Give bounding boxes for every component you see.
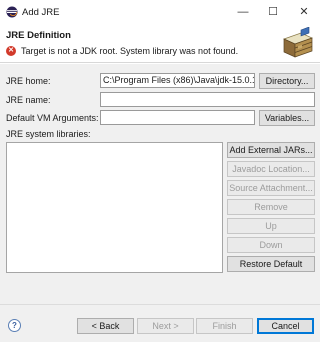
error-message-text: Target is not a JDK root. System library… xyxy=(21,46,239,56)
title-bar: Add JRE — ☐ ✕ xyxy=(0,0,320,25)
error-icon: ✕ xyxy=(6,46,16,56)
remove-button[interactable]: Remove xyxy=(227,199,315,215)
vm-args-label: Default VM Arguments: xyxy=(6,113,99,123)
cancel-button[interactable]: Cancel xyxy=(257,318,314,334)
system-libraries-label: JRE system libraries: xyxy=(6,129,91,139)
page-title: JRE Definition xyxy=(6,30,71,41)
variables-button[interactable]: Variables... xyxy=(259,110,315,126)
jre-home-label: JRE home: xyxy=(6,76,51,86)
restore-default-button[interactable]: Restore Default xyxy=(227,256,315,272)
system-libraries-list[interactable] xyxy=(6,142,223,273)
maximize-button[interactable]: ☐ xyxy=(260,3,286,22)
wizard-header: JRE Definition ✕ Target is not a JDK roo… xyxy=(0,25,320,63)
jre-home-input[interactable]: C:\Program Files (x86)\Java\jdk-15.0.1 xyxy=(100,73,255,88)
add-external-jars-button[interactable]: Add External JARs... xyxy=(227,142,315,158)
directory-button[interactable]: Directory... xyxy=(259,73,315,89)
next-button[interactable]: Next > xyxy=(137,318,194,334)
finish-button[interactable]: Finish xyxy=(196,318,253,334)
down-button[interactable]: Down xyxy=(227,237,315,253)
library-books-icon xyxy=(283,27,313,58)
jre-name-label: JRE name: xyxy=(6,95,51,105)
close-button[interactable]: ✕ xyxy=(291,3,317,22)
javadoc-location-button[interactable]: Javadoc Location... xyxy=(227,161,315,177)
error-message: ✕ Target is not a JDK root. System libra… xyxy=(6,45,238,57)
minimize-button[interactable]: — xyxy=(230,3,256,22)
help-icon[interactable]: ? xyxy=(8,319,21,332)
back-button[interactable]: < Back xyxy=(77,318,134,334)
window-title: Add JRE xyxy=(22,7,60,18)
eclipse-app-icon xyxy=(6,6,18,18)
jre-name-input[interactable] xyxy=(100,92,315,107)
vm-args-input[interactable] xyxy=(100,110,255,125)
source-attachment-button[interactable]: Source Attachment... xyxy=(227,180,315,196)
up-button[interactable]: Up xyxy=(227,218,315,234)
